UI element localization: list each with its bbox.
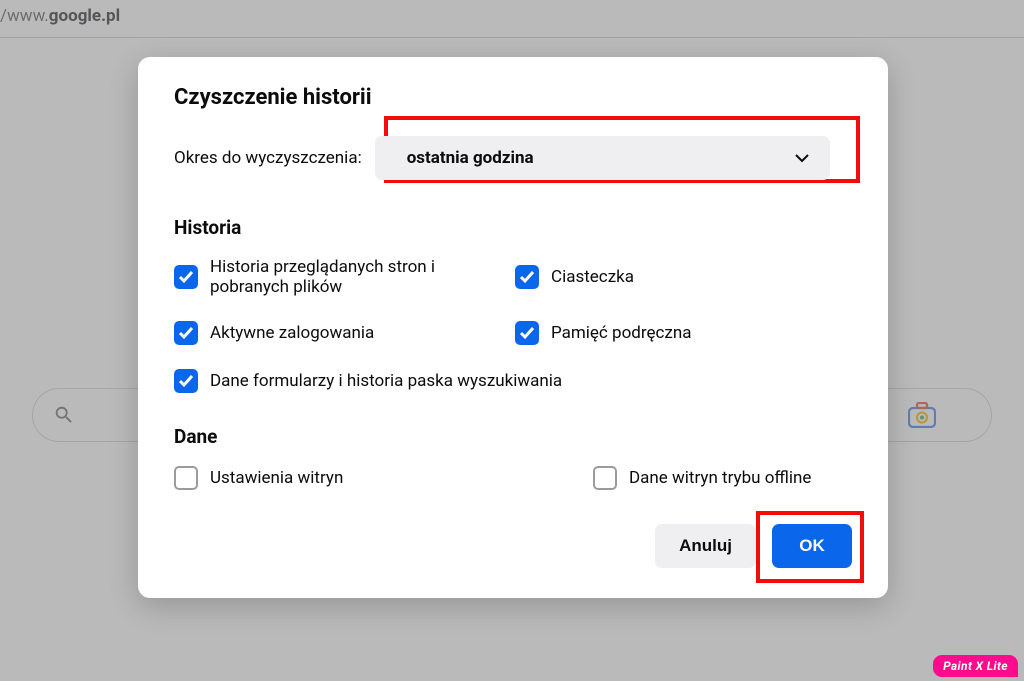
checkbox-form-search-history[interactable] (174, 369, 198, 393)
checkbox-active-logins[interactable] (174, 321, 198, 345)
checkbox-label: Ustawienia witryn (210, 468, 343, 488)
checkbox-cache[interactable] (515, 321, 539, 345)
checkbox-row: Dane witryn trybu offline (593, 466, 811, 490)
checkbox-site-settings[interactable] (174, 466, 198, 490)
checkbox-label: Dane witryn trybu offline (629, 468, 811, 488)
checkbox-row: Dane formularzy i historia paska wyszuki… (174, 369, 852, 393)
checkbox-label: Historia przeglądanych stron i pobranych… (210, 257, 511, 297)
checkbox-offline-data[interactable] (593, 466, 617, 490)
time-range-row: Okres do wyczyszczenia: ostatnia godzina (174, 136, 852, 180)
chevron-down-icon (794, 150, 810, 166)
checkbox-browsing-history[interactable] (174, 265, 198, 289)
checkbox-row: Ustawienia witryn (174, 466, 454, 490)
watermark: Paint X Lite (933, 655, 1018, 677)
time-range-select[interactable]: ostatnia godzina (375, 136, 830, 180)
time-range-label: Okres do wyczyszczenia: (174, 148, 362, 168)
cancel-button[interactable]: Anuluj (655, 524, 756, 568)
dialog-title: Czyszczenie historii (174, 85, 852, 110)
dialog-buttons: Anuluj OK (174, 524, 852, 568)
dane-options: Ustawienia witryn Dane witryn trybu offl… (174, 466, 852, 490)
checkbox-label: Dane formularzy i historia paska wyszuki… (210, 371, 562, 391)
checkbox-row: Pamięć podręczna (515, 321, 852, 345)
ok-button[interactable]: OK (772, 524, 852, 568)
checkbox-label: Pamięć podręczna (551, 323, 691, 343)
checkbox-label: Aktywne zalogowania (210, 323, 374, 343)
historia-options: Historia przeglądanych stron i pobranych… (174, 257, 852, 393)
time-range-value: ostatnia godzina (407, 148, 534, 168)
dane-heading: Dane (174, 425, 852, 448)
checkbox-row: Historia przeglądanych stron i pobranych… (174, 257, 511, 297)
checkbox-label: Ciasteczka (551, 267, 634, 287)
checkbox-row: Ciasteczka (515, 257, 852, 297)
historia-heading: Historia (174, 216, 852, 239)
checkbox-cookies[interactable] (515, 265, 539, 289)
clear-history-dialog: Czyszczenie historii Okres do wyczyszcze… (138, 57, 888, 598)
checkbox-row: Aktywne zalogowania (174, 321, 511, 345)
